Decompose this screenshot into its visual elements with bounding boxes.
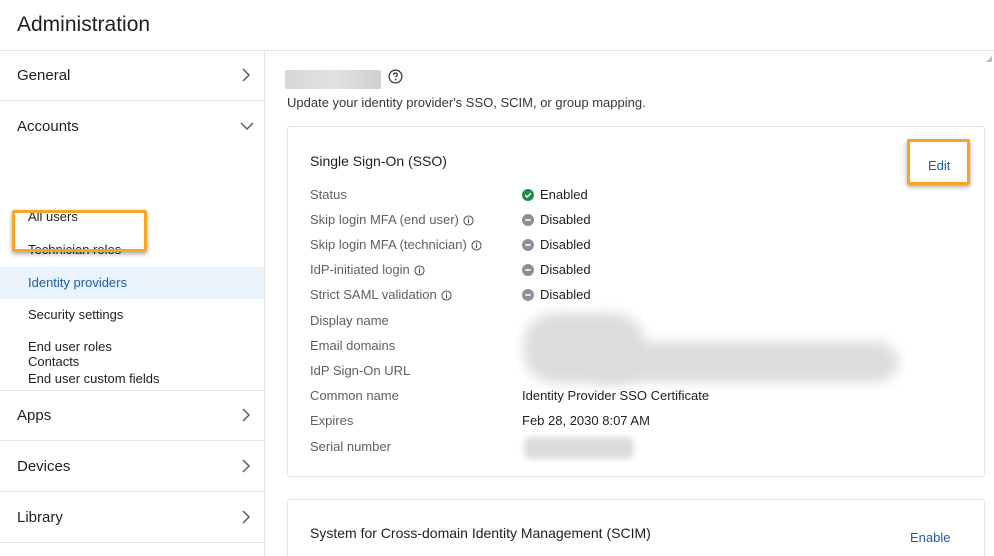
sidebar-item-label: Contacts	[28, 354, 80, 369]
sidebar-section-library[interactable]: Library	[0, 493, 264, 543]
sso-row-value: Identity Provider SSO Certificate	[522, 388, 710, 403]
sidebar-section-label: General	[17, 67, 71, 84]
sso-row-key-text: Skip login MFA (technician)	[310, 237, 467, 252]
minus-circle-icon	[522, 214, 534, 226]
status-text: Disabled	[540, 212, 591, 227]
sso-row-skip-mfa-technician: Skip login MFA (technician) Disabled	[310, 237, 970, 259]
sso-row-common-name: Common name Identity Provider SSO Certif…	[310, 388, 970, 410]
edit-button[interactable]: Edit	[928, 158, 950, 173]
chevron-right-icon	[242, 459, 251, 473]
sidebar-section-apps[interactable]: Apps	[0, 391, 264, 441]
sso-row-key-text: IdP-initiated login	[310, 262, 410, 277]
info-icon[interactable]	[441, 290, 452, 301]
sidebar-section-label: Apps	[17, 407, 52, 424]
sso-row-key: Status	[310, 187, 347, 202]
sso-row-status: Status Enabled	[310, 187, 970, 209]
sso-row-key: IdP-initiated login	[310, 262, 425, 277]
status-text: Disabled	[540, 237, 591, 252]
sidebar-item-contacts[interactable]: Contacts	[0, 346, 264, 378]
sso-row-key-text: Skip login MFA (end user)	[310, 212, 459, 227]
page-title: Administration	[17, 13, 151, 36]
sidebar-item-security-settings[interactable]: Security settings	[0, 299, 264, 331]
sso-row-key: Strict SAML validation	[310, 287, 452, 302]
sso-card: Single Sign-On (SSO) Edit Status Enabled…	[287, 126, 985, 477]
sidebar-section-label: Accounts	[17, 118, 79, 135]
sso-row-key: IdP Sign-On URL	[310, 363, 411, 378]
sso-row-value: Enabled	[522, 187, 588, 202]
sidebar-section-label: Devices	[17, 458, 71, 475]
sidebar-item-label: Identity providers	[28, 275, 127, 290]
sidebar-item-label: Security settings	[28, 307, 124, 322]
sso-row-key: Common name	[310, 388, 399, 403]
sidebar-item-label: All users	[28, 209, 78, 224]
sso-row-key-text: Strict SAML validation	[310, 287, 437, 302]
sso-row-key: Email domains	[310, 338, 396, 353]
sidebar-section-general[interactable]: General	[0, 51, 264, 101]
status-text: Disabled	[540, 287, 591, 302]
sso-row-value: Disabled	[522, 237, 591, 252]
scim-card-title: System for Cross-domain Identity Managem…	[310, 525, 651, 541]
scim-card: System for Cross-domain Identity Managem…	[287, 499, 985, 556]
sso-row-strict-saml: Strict SAML validation Disabled	[310, 287, 970, 309]
sso-row-value: Disabled	[522, 212, 591, 227]
check-circle-icon	[522, 189, 534, 201]
status-text: Disabled	[540, 262, 591, 277]
sso-row-key: Skip login MFA (end user)	[310, 212, 474, 227]
sso-row-key: Display name	[310, 313, 389, 328]
sso-row-expires: Expires Feb 28, 2030 8:07 AM	[310, 413, 970, 435]
info-icon[interactable]	[414, 265, 425, 276]
info-icon[interactable]	[471, 240, 482, 251]
sso-row-key: Skip login MFA (technician)	[310, 237, 482, 252]
sidebar-section-accounts-header[interactable]: Accounts	[0, 101, 264, 151]
chevron-right-icon	[242, 510, 251, 524]
redacted-heading	[285, 70, 381, 89]
sso-row-key: Expires	[310, 413, 354, 428]
page-subtitle: Update your identity provider's SSO, SCI…	[287, 95, 646, 110]
sso-row-value: Disabled	[522, 262, 591, 277]
help-circle-icon[interactable]	[388, 69, 403, 84]
info-icon[interactable]	[463, 215, 474, 226]
minus-circle-icon	[522, 264, 534, 276]
sidebar: General Accounts All users Technician ro…	[0, 51, 265, 556]
redacted-value	[588, 342, 898, 382]
sidebar-item-identity-providers[interactable]: Identity providers	[0, 267, 264, 299]
sso-row-skip-mfa-end-user: Skip login MFA (end user) Disabled	[310, 212, 970, 234]
main-content: Update your identity provider's SSO, SCI…	[265, 51, 994, 556]
sidebar-item-technician-roles[interactable]: Technician roles	[0, 234, 264, 266]
redacted-value	[524, 437, 634, 459]
chevron-right-icon	[242, 408, 251, 422]
enable-button[interactable]: Enable	[910, 530, 950, 545]
chevron-right-icon	[242, 68, 251, 82]
status-text: Enabled	[540, 187, 588, 202]
sidebar-section-label: Library	[17, 509, 63, 526]
sso-row-serial-number: Serial number	[310, 439, 970, 461]
sso-row-value: Feb 28, 2030 8:07 AM	[522, 413, 650, 428]
chevron-down-icon	[240, 122, 254, 131]
minus-circle-icon	[522, 289, 534, 301]
sso-row-idp-initiated-login: IdP-initiated login Disabled	[310, 262, 970, 284]
sidebar-item-label: Technician roles	[28, 242, 122, 257]
top-header: Administration	[0, 0, 994, 51]
sso-row-value: Disabled	[522, 287, 591, 302]
minus-circle-icon	[522, 239, 534, 251]
sidebar-item-all-users[interactable]: All users	[0, 201, 264, 233]
sso-row-key: Serial number	[310, 439, 391, 454]
scroll-up-icon[interactable]	[986, 56, 992, 62]
sidebar-section-devices[interactable]: Devices	[0, 442, 264, 492]
sso-card-title: Single Sign-On (SSO)	[310, 153, 447, 169]
